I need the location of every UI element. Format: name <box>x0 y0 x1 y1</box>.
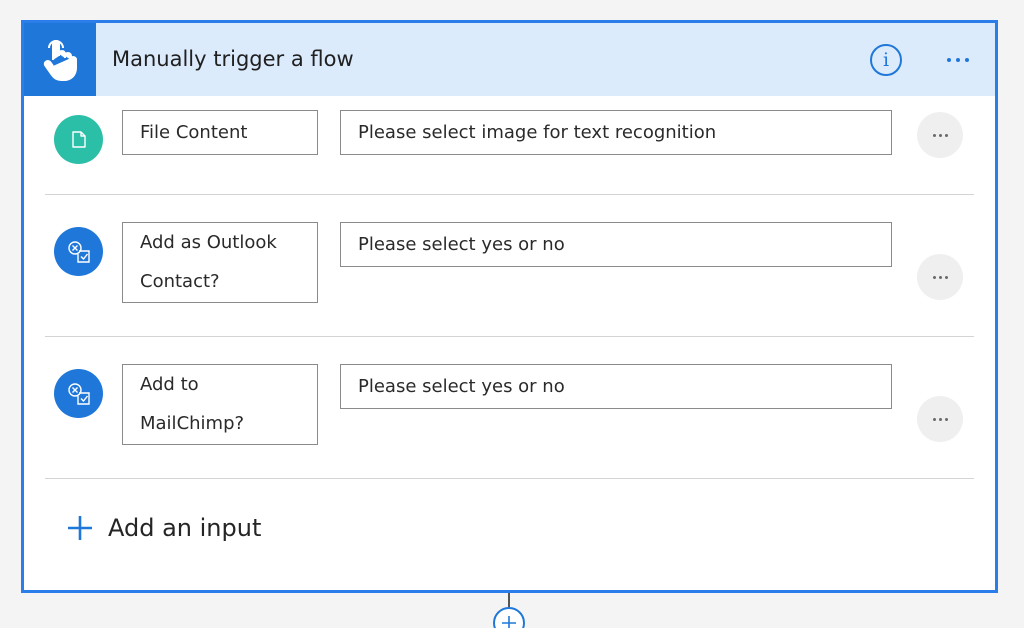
input-label-field[interactable]: File Content <box>122 110 318 155</box>
input-placeholder-field[interactable]: Please select yes or no <box>340 364 892 409</box>
plus-circle-icon[interactable] <box>493 607 525 628</box>
input-label-field[interactable]: Add to MailChimp? <box>122 364 318 445</box>
more-icon[interactable] <box>917 112 963 158</box>
touch-hand-icon <box>43 39 77 81</box>
yes-no-icon <box>54 227 103 276</box>
more-icon[interactable] <box>917 254 963 300</box>
input-label-field[interactable]: Add as Outlook Contact? <box>122 222 318 303</box>
divider <box>45 194 974 195</box>
file-icon <box>54 115 103 164</box>
trigger-header[interactable]: Manually trigger a flow i <box>24 23 995 96</box>
info-icon[interactable]: i <box>870 44 902 76</box>
more-icon[interactable] <box>917 396 963 442</box>
input-placeholder-field[interactable]: Please select image for text recognition <box>340 110 892 155</box>
add-input-label: Add an input <box>108 514 262 542</box>
plus-icon <box>68 516 92 540</box>
more-icon[interactable] <box>938 43 978 77</box>
yes-no-icon <box>54 369 103 418</box>
trigger-title: Manually trigger a flow <box>112 47 354 71</box>
divider <box>45 336 974 337</box>
trigger-icon-tile <box>24 23 96 96</box>
divider <box>45 478 974 479</box>
trigger-card: Manually trigger a flow i File Content P… <box>21 20 998 593</box>
input-placeholder-field[interactable]: Please select yes or no <box>340 222 892 267</box>
add-input-button[interactable]: Add an input <box>66 514 261 542</box>
